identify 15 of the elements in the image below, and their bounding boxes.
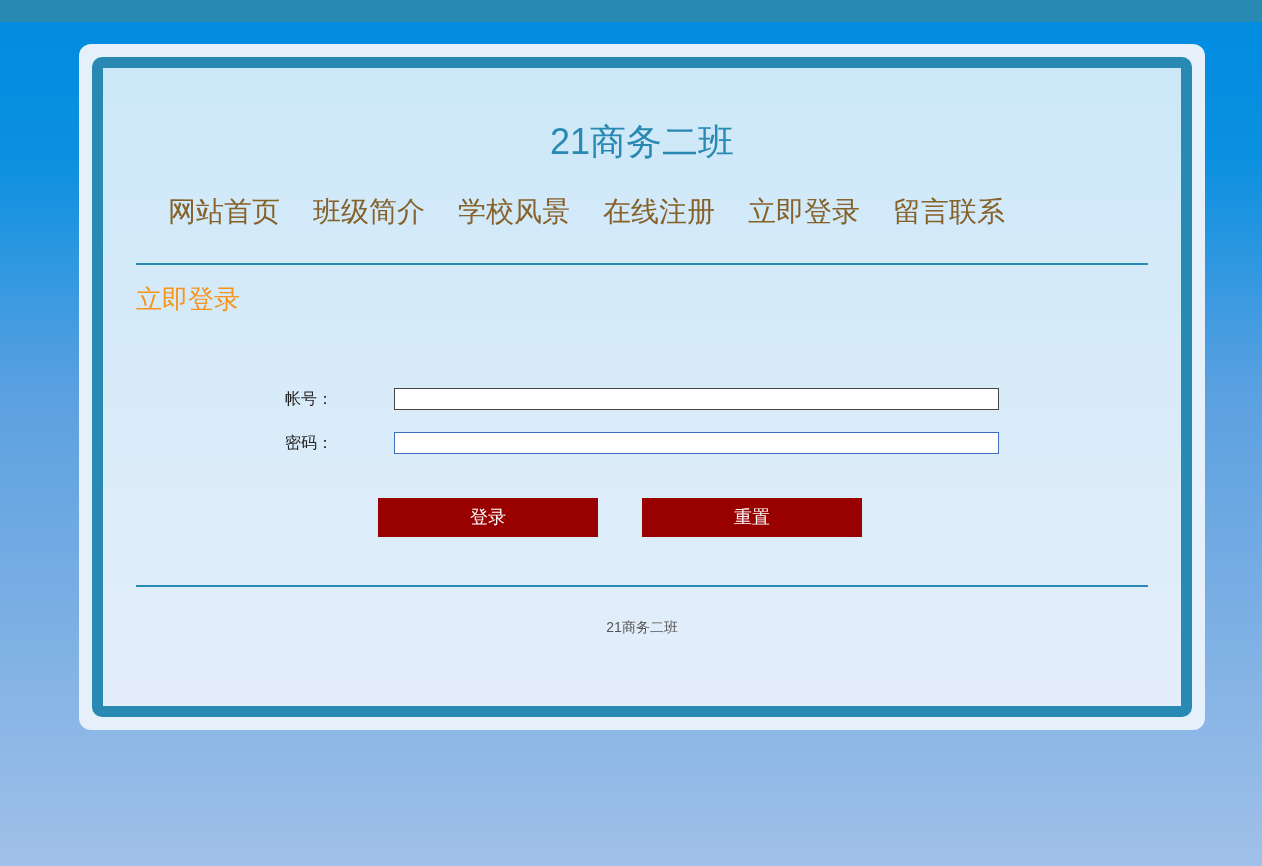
nav-link[interactable]: 班级简介: [313, 194, 425, 230]
nav-link[interactable]: 留言联系: [893, 194, 1005, 230]
field-label: 帐号：: [285, 389, 334, 409]
nav-link[interactable]: 网站首页: [168, 194, 280, 230]
footer-text: 21商务二班: [606, 618, 678, 637]
nav-link[interactable]: 立即登录: [748, 194, 860, 230]
nav-link[interactable]: 学校风景: [458, 194, 570, 230]
nav-link[interactable]: 在线注册: [603, 194, 715, 230]
field-label: 密码：: [285, 433, 334, 453]
section-heading: 立即登录: [136, 283, 241, 316]
form-button[interactable]: 登录: [378, 498, 598, 537]
form-button[interactable]: 重置: [642, 498, 862, 537]
input-field[interactable]: [394, 432, 999, 454]
site-title: 21商务二班: [549, 120, 734, 164]
input-field[interactable]: [394, 388, 999, 410]
